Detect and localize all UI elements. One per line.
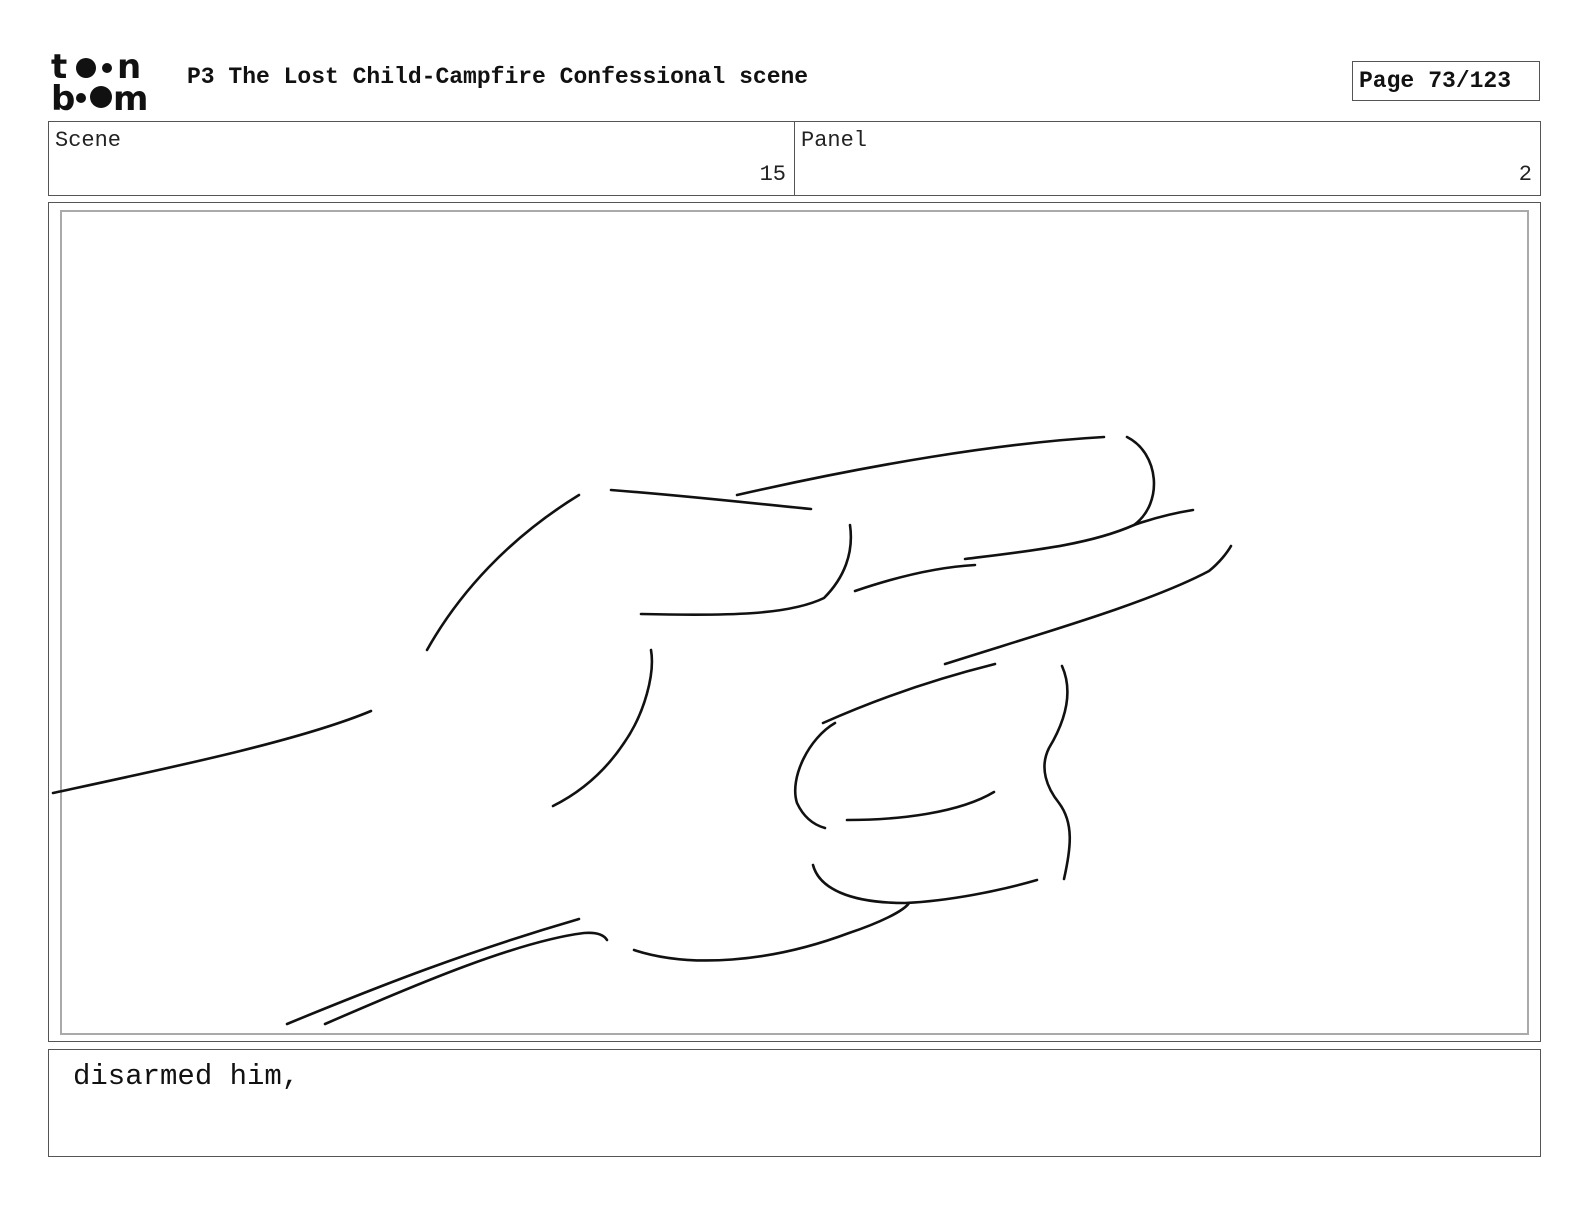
panel-value: 2 <box>1518 162 1532 187</box>
svg-text:m: m <box>113 79 148 112</box>
page-number: 73/123 <box>1428 68 1512 94</box>
page-label: Page <box>1359 68 1415 94</box>
scene-value: 15 <box>759 162 786 187</box>
page-indicator: Page 73/123 <box>1352 61 1540 101</box>
panel-cell: Panel 2 <box>795 122 1540 195</box>
dialogue-caption-box: disarmed him, <box>48 1049 1541 1157</box>
scene-panel-info: Scene 15 Panel 2 <box>48 121 1541 196</box>
hand-sketch-drawing <box>51 435 1233 1026</box>
scene-label: Scene <box>55 128 122 153</box>
project-title: P3 The Lost Child-Campfire Confessional … <box>187 64 809 90</box>
scene-cell: Scene 15 <box>49 122 795 195</box>
svg-text:b: b <box>51 79 75 112</box>
caption-text: disarmed him, <box>73 1060 300 1093</box>
panel-label: Panel <box>801 128 868 153</box>
toon-boom-logo: t n b m <box>51 50 148 112</box>
storyboard-panel <box>48 202 1541 1042</box>
